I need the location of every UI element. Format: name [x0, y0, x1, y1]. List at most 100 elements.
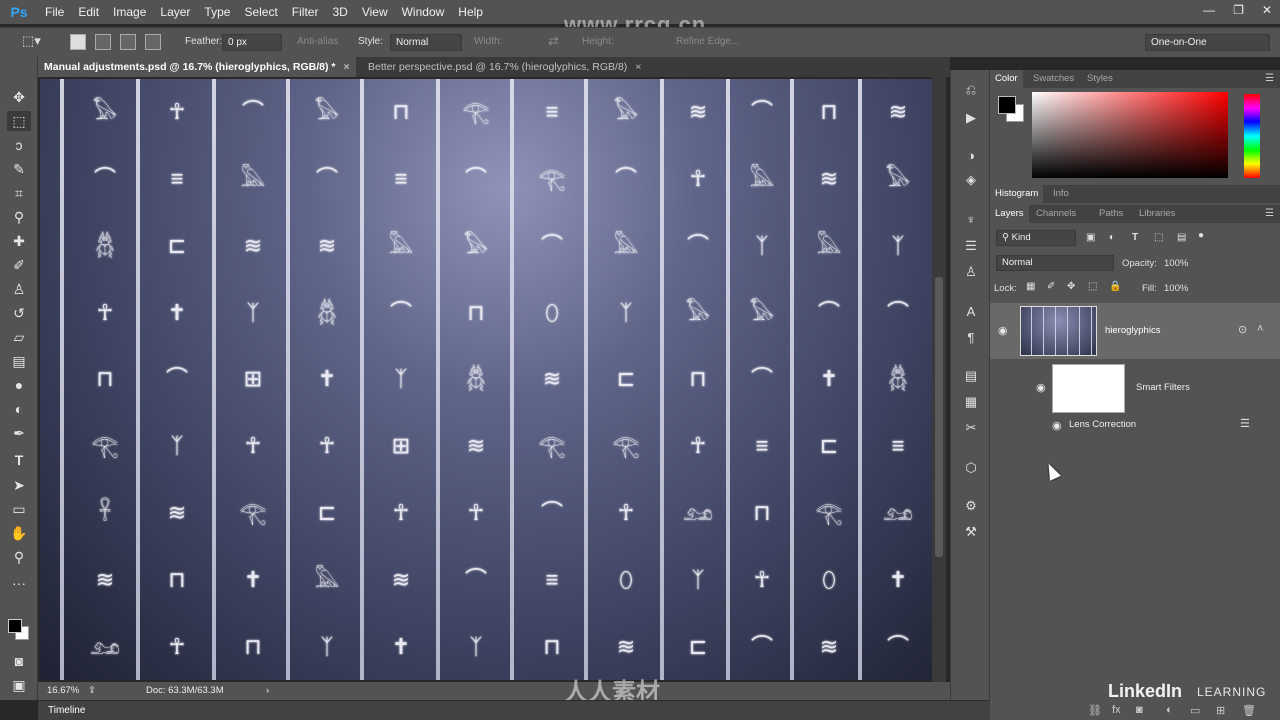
character-icon[interactable]: A [961, 302, 981, 322]
history-brush-icon[interactable]: ↺ [7, 303, 31, 323]
menu-3d[interactable]: 3D [325, 0, 354, 24]
filter-adjustment-icon[interactable]: ◐ [1109, 232, 1115, 243]
fill-value[interactable]: 100% [1164, 283, 1188, 294]
tools-icon[interactable]: ✂ [961, 418, 981, 438]
history-icon[interactable]: ⎌ [961, 80, 981, 100]
adjustment-layer-icon[interactable]: ◐ [1166, 704, 1173, 716]
screen-mode-icon[interactable]: ▣ [7, 675, 31, 695]
marquee-preset-icon[interactable]: ⬚▾ [22, 33, 41, 49]
gradient-icon[interactable]: ▤ [7, 351, 31, 371]
stamp-icon[interactable]: ♙ [7, 279, 31, 299]
menu-select[interactable]: Select [237, 0, 284, 24]
filter-kind-select[interactable]: ⚲ Kind [996, 230, 1076, 246]
scrollbar-thumb[interactable] [935, 277, 943, 557]
layer-name[interactable]: hieroglyphics [1105, 325, 1160, 336]
tab-swatches[interactable]: Swatches [1028, 70, 1079, 88]
status-arrow-icon[interactable]: › [266, 685, 269, 696]
layer-comps-icon[interactable]: ⚙ [961, 496, 981, 516]
intersect-selection-button[interactable] [145, 34, 161, 50]
new-selection-button[interactable] [70, 34, 86, 50]
brush-icon[interactable]: ✐ [7, 255, 31, 275]
filter-options-icon[interactable]: ☰ [1240, 417, 1250, 430]
timeline-label[interactable]: Timeline [48, 705, 85, 716]
close-icon[interactable]: × [635, 61, 641, 73]
close-button[interactable]: ✕ [1262, 3, 1272, 17]
canvas-area[interactable]: 𓅃 ⌒ 𓆣 ☥ ⊓ 𓂀 𓋹 ≋ 𓃭 ☥ ≡ ⊏ ✝ ⌒ ᛉ ≋ ⊓ ☥ ⌒ 𓅓 ≋ ᛉ ⊞ ☥ 𓂀 ✝ ⊓ 𓅃 ⌒ ≋ 𓆣 ✝ ☥ ⊏ 𓅓 ᛉ … [38, 77, 950, 682]
tab-info[interactable]: Info [1048, 185, 1074, 203]
paths-icon[interactable]: ⚒ [961, 522, 981, 542]
foreground-swatch[interactable] [998, 96, 1016, 114]
filter-smart-icon[interactable]: ▤ [1177, 232, 1186, 243]
tab-manual-adjustments[interactable]: Manual adjustments.psd @ 16.7% (hierogly… [38, 57, 356, 77]
zoom-icon[interactable]: ⚲ [7, 547, 31, 567]
lasso-icon[interactable]: ↄ [7, 135, 31, 155]
layer-thumbnail[interactable] [1020, 306, 1097, 356]
tab-color[interactable]: Color [990, 70, 1023, 88]
tab-channels[interactable]: Channels [1031, 205, 1081, 223]
type-icon[interactable]: T [7, 450, 31, 470]
move-icon[interactable]: ✥ [7, 87, 31, 107]
marquee-icon[interactable]: ⬚ [7, 111, 31, 131]
menu-file[interactable]: File [38, 0, 71, 24]
color-picker-field[interactable] [1032, 92, 1228, 178]
path-select-icon[interactable]: ➤ [7, 475, 31, 495]
menu-window[interactable]: Window [395, 0, 452, 24]
eraser-icon[interactable]: ▱ [7, 327, 31, 347]
subtract-selection-button[interactable] [120, 34, 136, 50]
quick-mask-icon[interactable]: ◙ [7, 651, 31, 671]
group-icon[interactable]: ▭ [1190, 704, 1200, 717]
lock-artboard-icon[interactable]: ⬚ [1088, 281, 1097, 292]
filter-pixel-icon[interactable]: ▣ [1086, 232, 1095, 243]
menu-layer[interactable]: Layer [153, 0, 197, 24]
swap-icon[interactable]: ⇄ [548, 33, 559, 49]
menu-edit[interactable]: Edit [71, 0, 106, 24]
paragraph-icon[interactable]: ¶ [961, 328, 981, 348]
tab-better-perspective[interactable]: Better perspective.psd @ 16.7% (hierogly… [362, 57, 647, 77]
lock-all-icon[interactable]: 🔒 [1109, 281, 1121, 292]
tab-layers[interactable]: Layers [990, 205, 1029, 223]
adjustments-icon[interactable]: ◑ [961, 146, 981, 166]
lock-transparent-icon[interactable]: ▦ [1026, 281, 1035, 292]
anti-alias-checkbox[interactable]: Anti-alias [297, 36, 338, 47]
opacity-value[interactable]: 100% [1164, 258, 1188, 269]
smart-filters-label[interactable]: Smart Filters [1136, 382, 1190, 393]
properties-icon[interactable]: ▤ [961, 366, 981, 386]
trash-icon[interactable]: 🗑 [1242, 704, 1256, 717]
filter-type-icon[interactable]: T [1132, 232, 1138, 243]
menu-help[interactable]: Help [451, 0, 490, 24]
menu-filter[interactable]: Filter [285, 0, 326, 24]
foreground-color[interactable] [8, 619, 22, 633]
lock-image-icon[interactable]: ✐ [1047, 281, 1055, 292]
document-image[interactable]: 𓅃 ⌒ 𓆣 ☥ ⊓ 𓂀 𓋹 ≋ 𓃭 ☥ ≡ ⊏ ✝ ⌒ ᛉ ≋ ⊓ ☥ ⌒ 𓅓 ≋ ᛉ ⊞ ☥ 𓂀 ✝ ⊓ 𓅃 ⌒ ≋ 𓆣 ✝ ☥ ⊏ 𓅓 ᛉ … [40, 79, 932, 680]
layer-row-hieroglyphics[interactable]: ◉ hieroglyphics ⊙ ˄ [990, 303, 1280, 359]
hand-icon[interactable]: ✋ [7, 523, 31, 543]
3d-icon[interactable]: ⬡ [961, 458, 981, 478]
tab-styles[interactable]: Styles [1082, 70, 1118, 88]
fx-icon[interactable]: fx [1112, 704, 1121, 716]
lock-position-icon[interactable]: ✥ [1067, 281, 1075, 292]
zoom-level[interactable]: 16.67% [47, 685, 79, 696]
add-selection-button[interactable] [95, 34, 111, 50]
minimize-button[interactable]: — [1203, 3, 1215, 17]
workspace-select[interactable]: One-on-One [1145, 34, 1270, 51]
vertical-scrollbar[interactable] [932, 77, 946, 682]
tab-paths[interactable]: Paths [1094, 205, 1128, 223]
restore-button[interactable]: ❐ [1233, 3, 1244, 17]
more-icon[interactable]: ··· [7, 573, 31, 593]
hue-slider[interactable] [1244, 94, 1260, 178]
link-icon[interactable]: ⛓ [1088, 704, 1102, 717]
refine-edge-button[interactable]: Refine Edge... [676, 36, 739, 47]
collapse-icon[interactable]: ˄ [1257, 323, 1263, 335]
crop-icon[interactable]: ⌗ [7, 183, 31, 203]
panel-menu-icon[interactable]: ☰ [1265, 208, 1274, 219]
dodge-icon[interactable]: ◐ [7, 399, 31, 419]
brush-presets-icon[interactable]: ♆ [961, 210, 981, 230]
notes-icon[interactable]: ▦ [961, 392, 981, 412]
mask-icon[interactable]: ◙ [1136, 704, 1143, 716]
smart-object-icon[interactable]: ⊙ [1238, 323, 1247, 336]
export-icon[interactable]: ⇪ [88, 685, 96, 696]
shape-icon[interactable]: ▭ [7, 499, 31, 519]
pen-icon[interactable]: ✒ [7, 423, 31, 443]
feather-input[interactable]: 0 px [222, 34, 282, 51]
eye-icon[interactable]: ◉ [1036, 381, 1046, 394]
